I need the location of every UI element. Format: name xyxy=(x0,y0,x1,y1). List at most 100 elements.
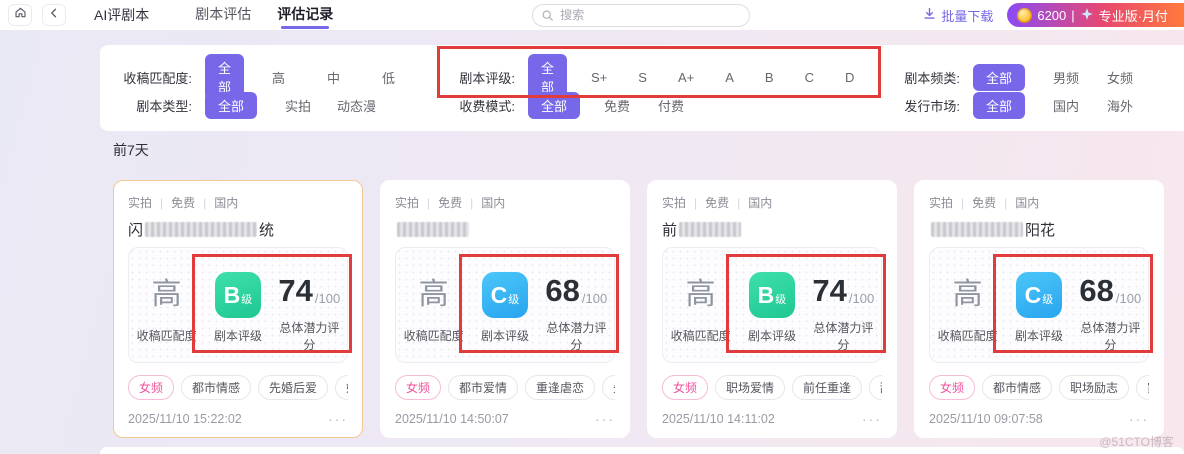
score-panel: 高 收稿匹配度 B 级 剧本评级 74 /100 总体潜力评分 xyxy=(662,247,882,363)
score-max: /100 xyxy=(581,290,608,306)
plan-badge[interactable]: 6200 | 专业版·月付 xyxy=(1007,3,1184,27)
evaluation-card[interactable]: 实拍 | 免费 | 国内 前 高 收稿匹配度 B 级 剧本评级 74 /100 … xyxy=(647,180,897,438)
filter-option[interactable]: 动态漫 xyxy=(337,96,376,115)
card-date: 2025/11/10 14:11:02 xyxy=(662,412,775,426)
match-column: 高 收稿匹配度 xyxy=(131,272,202,344)
redacted-text xyxy=(679,221,742,237)
filter-option[interactable]: S+ xyxy=(591,70,607,85)
home-icon xyxy=(14,6,27,24)
meta-market: 国内 xyxy=(1015,196,1040,210)
score-number: 74 xyxy=(812,272,847,308)
app-title: AI评剧本 xyxy=(94,7,150,23)
match-column: 高 收稿匹配度 xyxy=(665,272,736,344)
tab-script-evaluation[interactable]: 剧本评估 xyxy=(195,0,251,30)
filter-option[interactable]: B xyxy=(765,70,774,85)
filter-option[interactable]: S xyxy=(638,70,647,85)
filter-option[interactable]: 中 xyxy=(327,68,340,87)
filter-option[interactable]: 海外 xyxy=(1107,96,1133,115)
bottom-panel-edge xyxy=(100,447,1184,454)
redacted-text xyxy=(145,221,258,237)
tag: 娱乐圈 xyxy=(335,375,348,400)
meta-divider: | xyxy=(203,195,207,210)
evaluation-card[interactable]: 实拍 | 免费 | 国内 阳花 高 收稿匹配度 C 级 剧本评级 68 /100… xyxy=(914,180,1164,438)
filter-option[interactable]: 低 xyxy=(382,68,395,87)
home-button[interactable] xyxy=(8,4,32,26)
card-title: 闪 统 xyxy=(128,219,348,239)
batch-download-button[interactable]: 批量下载 xyxy=(923,6,993,25)
card-footer: 2025/11/10 09:07:58 ··· xyxy=(929,411,1149,427)
score-label: 总体潜力评分 xyxy=(279,320,340,352)
badge-divider: | xyxy=(1071,7,1075,23)
score-number: 74 xyxy=(278,272,313,308)
filter-label: 收费模式: xyxy=(459,98,515,114)
match-label: 收稿匹配度 xyxy=(136,329,197,343)
evaluation-card[interactable]: 实拍 | 免费 | 国内 高 收稿匹配度 C 级 剧本评级 68 /100 总体… xyxy=(380,180,630,438)
tab-evaluation-records[interactable]: 评估记录 xyxy=(277,0,333,30)
filter-label: 剧本评级: xyxy=(459,70,515,86)
filter-option[interactable]: A+ xyxy=(678,70,694,85)
tag: 前任重逢 xyxy=(792,375,863,400)
more-button[interactable]: ··· xyxy=(595,411,615,427)
score-value: 74 /100 xyxy=(278,264,340,310)
filter-option[interactable]: C xyxy=(805,70,814,85)
filter-option[interactable]: 男频 xyxy=(1053,68,1079,87)
tags-row: 女频 都市情感 先婚后爱 娱乐圈 甜宠 xyxy=(128,375,348,400)
grade-label: 剧本评级 xyxy=(1014,329,1063,343)
filter-row-2: 剧本类型: 全部 实拍 动态漫 收费模式: 全部 免费 付费 发行市场: 全部 … xyxy=(100,88,1184,122)
tag: 重逢虐恋 xyxy=(525,375,596,400)
tag: 先婚后爱 xyxy=(602,375,615,400)
filter-option[interactable]: 全部 xyxy=(205,91,258,119)
filter-option[interactable]: 实拍 xyxy=(285,96,311,115)
filter-option[interactable]: 高 xyxy=(272,68,285,87)
filter-option[interactable]: 女频 xyxy=(1107,68,1133,87)
filter-option[interactable]: 全部 xyxy=(973,91,1026,119)
score-panel: 高 收稿匹配度 C 级 剧本评级 68 /100 总体潜力评分 xyxy=(395,247,615,363)
score-panel: 高 收稿匹配度 C 级 剧本评级 68 /100 总体潜力评分 xyxy=(929,247,1149,363)
filter-row-1: 收稿匹配度: 全部 高 中 低 剧本评级: 全部 S+ S A+ A B C D… xyxy=(100,54,1184,100)
meta-divider: | xyxy=(427,195,431,210)
filter-option[interactable]: 免费 xyxy=(604,96,630,115)
score-value: 74 /100 xyxy=(812,264,874,310)
evaluation-card[interactable]: 实拍 | 免费 | 国内 闪 统 高 收稿匹配度 B 级 剧本评级 74 /10… xyxy=(113,180,363,438)
back-button[interactable] xyxy=(42,4,66,26)
match-value: 高 xyxy=(952,278,983,311)
tag: 甜宠虐恋 xyxy=(869,375,882,400)
filter-option[interactable]: A xyxy=(725,70,734,85)
grade-badge: C 级 xyxy=(1015,272,1062,318)
grade-label: 剧本评级 xyxy=(747,329,796,343)
tag: 职场爱情 xyxy=(715,375,786,400)
meta-type: 实拍 xyxy=(662,196,687,210)
chevron-left-icon xyxy=(48,6,60,24)
tag: 都市情感 xyxy=(982,375,1053,400)
search-input[interactable] xyxy=(532,3,751,27)
filter-group-script-channel: 剧本频类: 全部 男频 女频 xyxy=(880,63,1184,91)
grade-letter: C xyxy=(490,281,508,308)
grade-label: 剧本评级 xyxy=(480,329,529,343)
coin-icon xyxy=(1017,7,1033,23)
filter-option[interactable]: 国内 xyxy=(1053,96,1079,115)
score-number: 68 xyxy=(545,272,580,308)
score-panel: 高 收稿匹配度 B 级 剧本评级 74 /100 总体潜力评分 xyxy=(128,247,348,363)
more-button[interactable]: ··· xyxy=(862,411,882,427)
card-meta: 实拍 | 免费 | 国内 xyxy=(128,194,348,211)
filter-option[interactable]: 全部 xyxy=(973,63,1026,91)
meta-fee: 免费 xyxy=(171,196,196,210)
more-button[interactable]: ··· xyxy=(328,411,348,427)
score-column: 74 /100 总体潜力评分 xyxy=(808,264,879,353)
filter-panel: 收稿匹配度: 全部 高 中 低 剧本评级: 全部 S+ S A+ A B C D… xyxy=(100,45,1184,131)
redacted-text xyxy=(931,221,1023,237)
section-title: 前7天 xyxy=(113,142,149,158)
more-button[interactable]: ··· xyxy=(1129,411,1149,427)
tag: 女频 xyxy=(929,375,976,400)
filter-option[interactable]: 付费 xyxy=(658,96,684,115)
meta-type: 实拍 xyxy=(395,196,420,210)
card-title: 前 xyxy=(662,219,882,239)
match-value: 高 xyxy=(151,278,182,311)
meta-market: 国内 xyxy=(481,196,506,210)
gem-icon xyxy=(1080,7,1094,24)
grade-unit: 级 xyxy=(241,294,253,306)
filter-option[interactable]: 全部 xyxy=(528,91,581,119)
grade-badge: C 级 xyxy=(481,272,528,318)
filter-option[interactable]: D xyxy=(845,70,854,85)
meta-type: 实拍 xyxy=(929,196,954,210)
